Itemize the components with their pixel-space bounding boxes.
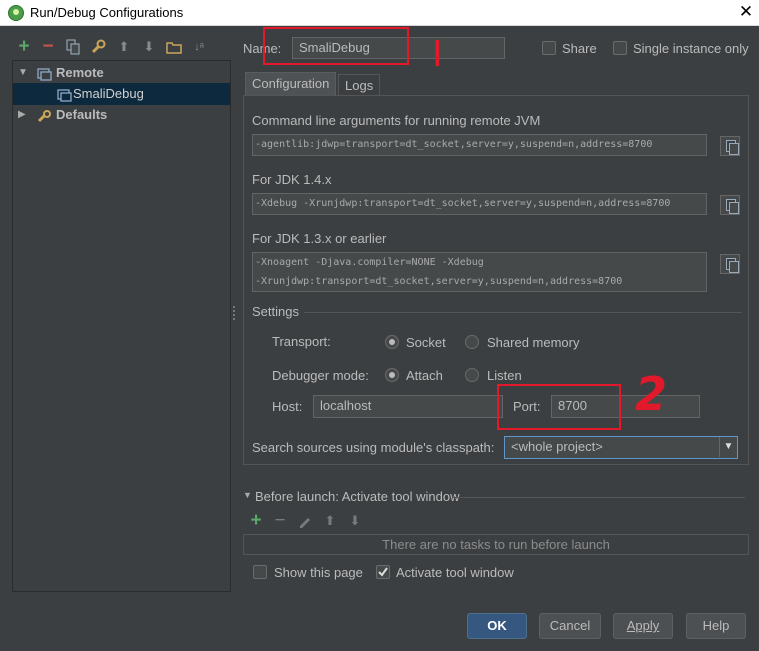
share-label: Share	[562, 41, 597, 56]
host-label: Host:	[272, 399, 303, 414]
attach-label: Attach	[406, 368, 443, 383]
before-launch-task-list[interactable]: There are no tasks to run before launch	[243, 534, 749, 555]
jdk13-label: For JDK 1.3.x or earlier	[252, 231, 387, 246]
tree-item-defaults[interactable]: ▶ Defaults	[13, 104, 230, 126]
before-launch-label[interactable]: Before launch: Activate tool window	[255, 489, 460, 504]
jdk14-field[interactable]: -Xdebug -Xrunjdwp:transport=dt_socket,se…	[252, 193, 707, 215]
splitter-handle[interactable]	[233, 306, 237, 320]
annotation-box-name	[263, 27, 409, 65]
collapse-arrow-icon[interactable]: ▶	[18, 104, 26, 126]
window-title: Run/Debug Configurations	[30, 5, 184, 20]
move-task-up-icon[interactable]: ⬆	[322, 512, 338, 530]
title-bar: Run/Debug Configurations ✕	[0, 0, 759, 26]
shared-memory-radio[interactable]	[465, 335, 479, 349]
search-sources-label: Search sources using module's classpath:	[252, 440, 495, 455]
module-classpath-value: <whole project>	[511, 439, 603, 454]
tree-item-label: Remote	[56, 65, 104, 80]
folder-icon[interactable]	[166, 38, 182, 56]
edit-task-icon[interactable]	[297, 512, 313, 530]
settings-label: Settings	[252, 304, 299, 319]
add-task-icon[interactable]: +	[248, 511, 264, 530]
debugger-mode-label: Debugger mode:	[272, 368, 369, 383]
tree-toolbar: + − ⬆ ⬇ ↓ᵃ	[12, 37, 230, 58]
copy-cmdline-button[interactable]	[720, 136, 740, 156]
activate-tool-window-label: Activate tool window	[396, 565, 514, 580]
wrench-icon[interactable]	[90, 38, 106, 56]
remove-icon[interactable]: −	[40, 37, 56, 56]
ok-button[interactable]: OK	[467, 613, 527, 639]
remove-task-icon[interactable]: −	[272, 511, 288, 530]
listen-label: Listen	[487, 368, 522, 383]
move-up-icon[interactable]: ⬆	[116, 38, 132, 56]
show-page-label: Show this page	[274, 565, 363, 580]
add-icon[interactable]: +	[16, 37, 32, 56]
activate-tool-window-checkbox[interactable]	[376, 565, 390, 579]
socket-radio[interactable]	[385, 335, 399, 349]
transport-label: Transport:	[272, 334, 331, 349]
jdk13-field[interactable]: -Xnoagent -Djava.compiler=NONE -Xdebug -…	[252, 252, 707, 292]
configuration-tree[interactable]: ▼ Remote SmaliDebug ▶ Defaults	[12, 60, 231, 592]
wrench-icon	[37, 108, 52, 123]
jdk13-line-2: -Xrunjdwp:transport=dt_socket,server=y,s…	[255, 276, 623, 287]
tree-item-label: Defaults	[56, 107, 108, 122]
annotation-mark-1: I	[432, 34, 443, 75]
sort-icon[interactable]: ↓ᵃ	[191, 38, 207, 56]
remote-icon	[37, 66, 52, 81]
annotation-mark-2: 2	[635, 367, 668, 421]
tree-item-smalidebug[interactable]: SmaliDebug	[13, 83, 230, 105]
annotation-box-port	[497, 384, 621, 430]
apply-button[interactable]: Apply	[613, 613, 673, 639]
shared-memory-label: Shared memory	[487, 335, 580, 350]
tab-configuration[interactable]: Configuration	[245, 72, 337, 96]
jdk13-line-1: -Xnoagent -Djava.compiler=NONE -Xdebug	[255, 257, 484, 268]
settings-separator	[304, 312, 742, 313]
module-classpath-select[interactable]: <whole project> ▼	[504, 436, 738, 459]
expand-arrow-icon[interactable]: ▼	[18, 62, 28, 84]
host-field[interactable]: localhost	[313, 395, 503, 418]
show-page-checkbox[interactable]	[253, 565, 267, 579]
move-down-icon[interactable]: ⬇	[141, 38, 157, 56]
cmdline-field[interactable]: -agentlib:jdwp=transport=dt_socket,serve…	[252, 134, 707, 156]
help-button[interactable]: Help	[686, 613, 746, 639]
remote-config-icon	[57, 87, 72, 102]
copy-jdk13-button[interactable]	[720, 254, 740, 274]
android-studio-icon	[8, 5, 24, 21]
empty-tasks-text: There are no tasks to run before launch	[382, 537, 610, 552]
tree-item-label: SmaliDebug	[73, 86, 144, 101]
tree-item-remote[interactable]: ▼ Remote	[13, 62, 230, 84]
copy-jdk14-button[interactable]	[720, 195, 740, 215]
before-launch-separator	[452, 497, 745, 498]
jdk14-label: For JDK 1.4.x	[252, 172, 332, 187]
chevron-down-icon[interactable]: ▼	[719, 437, 737, 457]
attach-radio[interactable]	[385, 368, 399, 382]
single-instance-label: Single instance only	[633, 41, 749, 56]
move-task-down-icon[interactable]: ⬇	[347, 512, 363, 530]
socket-label: Socket	[406, 335, 446, 350]
close-icon[interactable]: ✕	[736, 1, 756, 23]
collapse-arrow-icon[interactable]: ▼	[243, 490, 252, 500]
cmdline-label: Command line arguments for running remot…	[252, 113, 541, 128]
single-instance-checkbox[interactable]	[613, 41, 627, 55]
copy-icon[interactable]	[65, 38, 81, 56]
share-checkbox[interactable]	[542, 41, 556, 55]
cancel-button[interactable]: Cancel	[539, 613, 601, 639]
listen-radio[interactable]	[465, 368, 479, 382]
